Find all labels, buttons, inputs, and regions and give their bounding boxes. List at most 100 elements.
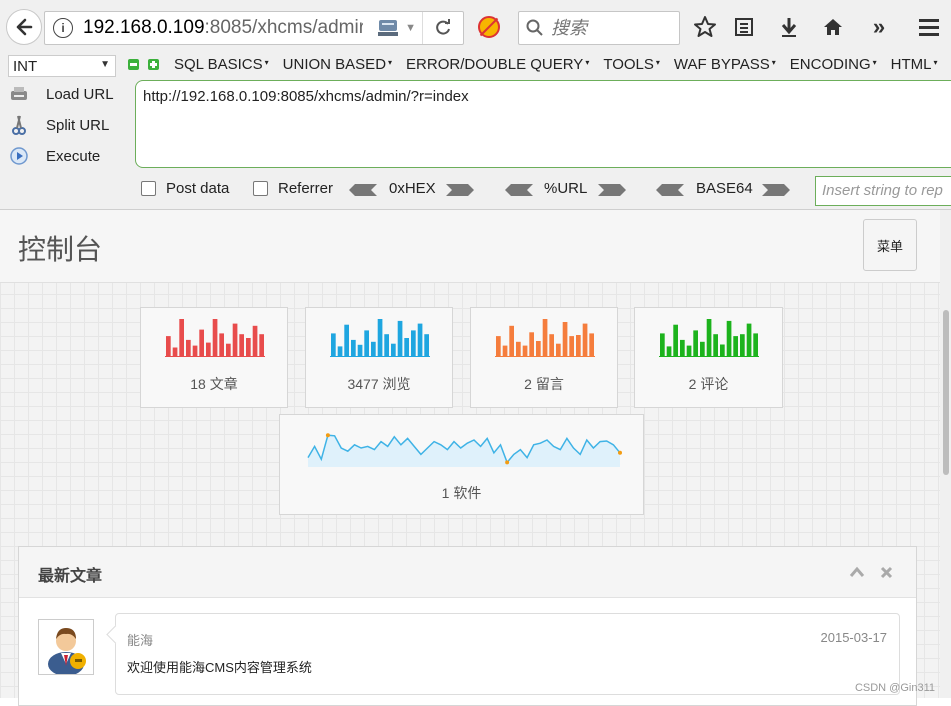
menu-error-double-query[interactable]: ERROR/DOUBLE QUERY	[406, 56, 589, 73]
sparkline-bar	[417, 323, 423, 357]
split-url-button[interactable]: Split URL	[8, 115, 109, 135]
sparkline-bar	[542, 319, 548, 357]
hex-decode-arrow-icon[interactable]	[349, 184, 377, 196]
referrer-checkbox-box[interactable]	[253, 181, 268, 196]
address-bar[interactable]: i 192.168.0.109:8085/xhcms/admir ▼	[44, 11, 464, 45]
hex-label: 0xHEX	[389, 180, 436, 197]
home-icon[interactable]	[820, 14, 846, 40]
sparkline-bar	[377, 319, 383, 357]
url-textarea[interactable]: http://192.168.0.109:8085/xhcms/admin/?r…	[135, 80, 951, 168]
sparkline-bar	[753, 333, 758, 357]
sparkline-bar	[239, 334, 244, 357]
sparkline-bar	[166, 336, 171, 357]
sparkline-bar	[226, 343, 231, 357]
menu-union-based[interactable]: UNION BASED	[283, 56, 392, 73]
menu-tools[interactable]: TOOLS	[603, 56, 660, 73]
execute-button[interactable]: Execute	[8, 146, 100, 166]
base64-encode-arrow-icon[interactable]	[762, 184, 790, 196]
page-scrollbar[interactable]	[940, 210, 951, 698]
referrer-label: Referrer	[278, 180, 334, 197]
dropdown-arrow-icon[interactable]: ▼	[405, 22, 416, 34]
address-text[interactable]: 192.168.0.109:8085/xhcms/admir	[83, 17, 363, 39]
stat-card-software[interactable]: 1 软件	[279, 414, 644, 515]
base64-decode-arrow-icon[interactable]	[656, 184, 684, 196]
avatar	[38, 619, 94, 676]
sparkline-bar	[576, 335, 581, 357]
menu-sql-basics[interactable]: SQL BASICS	[174, 56, 269, 73]
sparkline-bar	[331, 333, 336, 357]
sparkline-bar	[219, 333, 224, 357]
menu-html[interactable]: HTML	[891, 56, 938, 73]
sparkline-bar	[344, 324, 349, 357]
network-icon[interactable]	[377, 18, 403, 38]
stat-card-articles[interactable]: 18 文章	[140, 307, 288, 408]
sparkline-bar	[496, 336, 501, 357]
reload-button[interactable]	[422, 12, 463, 44]
sparkline-bar	[740, 334, 745, 357]
base64-label: BASE64	[696, 180, 753, 197]
chevron-down-icon: ▼	[100, 59, 110, 70]
load-url-button[interactable]: Load URL	[8, 84, 114, 104]
latest-article-item[interactable]: 能海 2015-03-17 欢迎使用能海CMS内容管理系统	[115, 613, 900, 695]
sparkline-bar	[733, 336, 738, 357]
stat-card-views[interactable]: 3477 浏览	[305, 307, 453, 408]
sparkline-area	[308, 435, 620, 467]
execute-label: Execute	[46, 147, 101, 165]
sparkline-bar	[371, 341, 376, 357]
plus-icon[interactable]	[148, 59, 159, 70]
search-bar[interactable]	[518, 11, 680, 45]
collapse-chevron-up-icon[interactable]	[848, 563, 866, 581]
sparkline-bar	[713, 334, 718, 357]
menu-button[interactable]: 菜单	[863, 219, 917, 271]
url-textarea-value: http://192.168.0.109:8085/xhcms/admin/?r…	[143, 88, 469, 105]
sparkline-marker	[618, 450, 622, 455]
noscript-blocked-icon[interactable]	[478, 16, 500, 38]
encoding-select[interactable]: INT ▼	[8, 55, 116, 77]
overflow-chevron-icon[interactable]: »	[866, 14, 892, 40]
referrer-checkbox[interactable]: Referrer	[253, 180, 333, 197]
minus-icon[interactable]	[128, 59, 139, 70]
menu-encoding[interactable]: ENCODING	[790, 56, 877, 73]
comments-bar-sparkline	[659, 319, 759, 357]
post-data-checkbox[interactable]: Post data	[141, 180, 229, 197]
sparkline-bar	[186, 339, 191, 357]
sparkline-bar	[411, 330, 416, 357]
url-encode-arrow-icon[interactable]	[598, 184, 626, 196]
sparkline-bar	[357, 344, 363, 357]
reader-list-icon[interactable]	[731, 14, 757, 40]
sparkline-bar	[726, 320, 732, 357]
back-button[interactable]	[6, 9, 42, 45]
sparkline-bar	[569, 336, 574, 357]
article-text[interactable]: 欢迎使用能海CMS内容管理系统	[127, 657, 312, 676]
stat-label-articles: 18 文章	[190, 376, 238, 392]
play-icon	[8, 146, 30, 166]
menu-waf-bypass[interactable]: WAF BYPASS	[674, 56, 776, 73]
scissors-icon	[8, 115, 30, 135]
sparkline-marker	[325, 433, 330, 438]
hamburger-menu-icon[interactable]	[916, 14, 942, 40]
stat-card-messages[interactable]: 2 留言	[470, 307, 618, 408]
close-icon[interactable]	[877, 563, 895, 581]
sparkline-bar	[522, 345, 528, 357]
sparkline-bar	[232, 323, 238, 357]
sparkline-bar	[529, 332, 534, 357]
download-icon[interactable]	[776, 14, 802, 40]
search-input[interactable]	[549, 16, 673, 40]
insert-string-input[interactable]: Insert string to rep	[815, 176, 951, 206]
sparkline-bar	[680, 339, 685, 357]
scrollbar-thumb[interactable]	[943, 310, 949, 475]
browser-toolbar: i 192.168.0.109:8085/xhcms/admir ▼ 搜索 »	[0, 0, 951, 53]
sparkline-bar	[391, 343, 396, 357]
sparkline-bar	[706, 319, 712, 357]
hex-encode-arrow-icon[interactable]	[446, 184, 474, 196]
stat-card-comments[interactable]: 2 评论	[634, 307, 783, 408]
sparkline-bar	[556, 343, 561, 357]
software-line-sparkline	[307, 433, 622, 467]
url-decode-arrow-icon[interactable]	[505, 184, 533, 196]
stat-label-software: 1 软件	[441, 485, 482, 501]
bookmark-star-icon[interactable]	[692, 14, 718, 40]
load-url-icon	[8, 84, 30, 104]
sparkline-bar	[259, 334, 264, 357]
info-icon[interactable]: i	[53, 18, 73, 38]
post-data-checkbox-box[interactable]	[141, 181, 156, 196]
